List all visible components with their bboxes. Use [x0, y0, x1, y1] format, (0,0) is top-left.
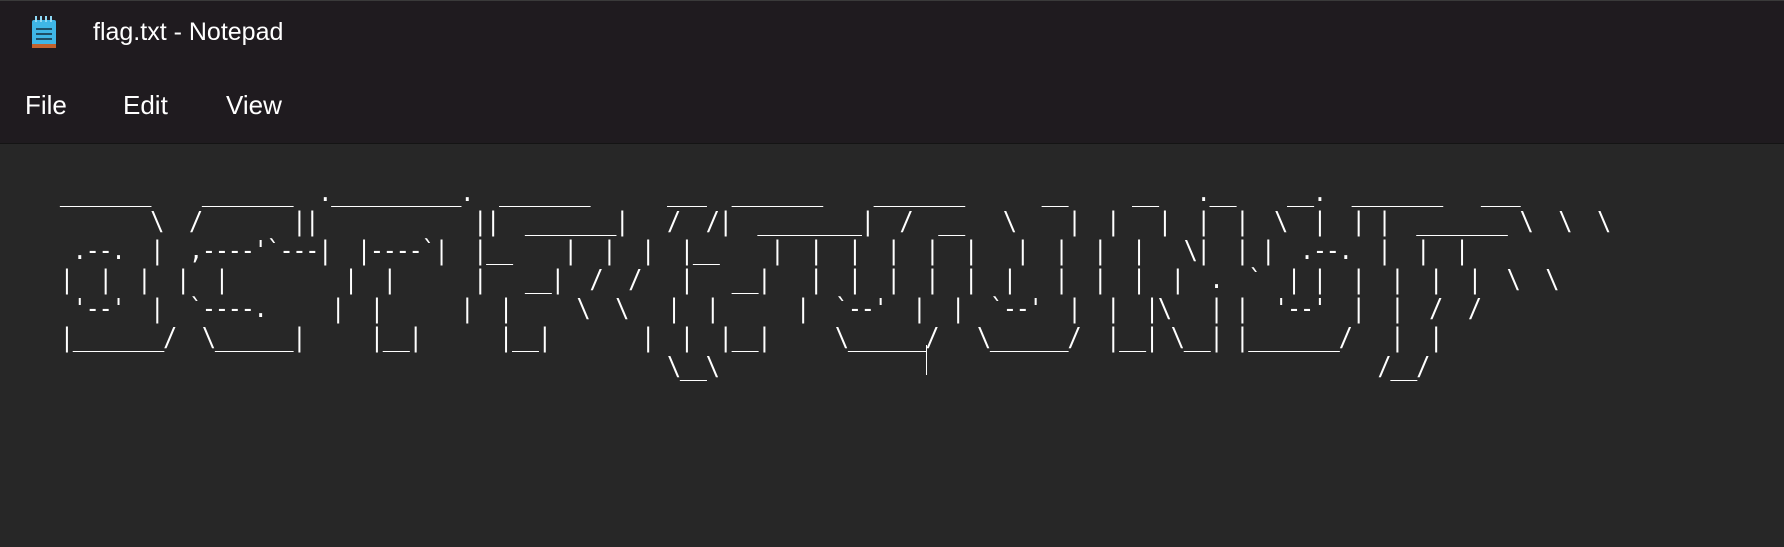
- editor-text-content[interactable]: _______ _______ .__________. _______ ___…: [34, 179, 1611, 382]
- menu-view[interactable]: View: [222, 88, 286, 123]
- text-editor[interactable]: _______ _______ .__________. _______ ___…: [0, 144, 1784, 547]
- title-bar: flag.txt - Notepad: [0, 0, 1784, 67]
- notepad-window: flag.txt - Notepad File Edit View ______…: [0, 0, 1784, 547]
- window-title: flag.txt - Notepad: [93, 18, 284, 46]
- menu-bar: File Edit View: [0, 66, 1784, 144]
- menu-edit[interactable]: Edit: [119, 88, 172, 123]
- notepad-icon: [32, 16, 56, 48]
- text-caret: [926, 345, 927, 375]
- menu-file[interactable]: File: [21, 88, 71, 123]
